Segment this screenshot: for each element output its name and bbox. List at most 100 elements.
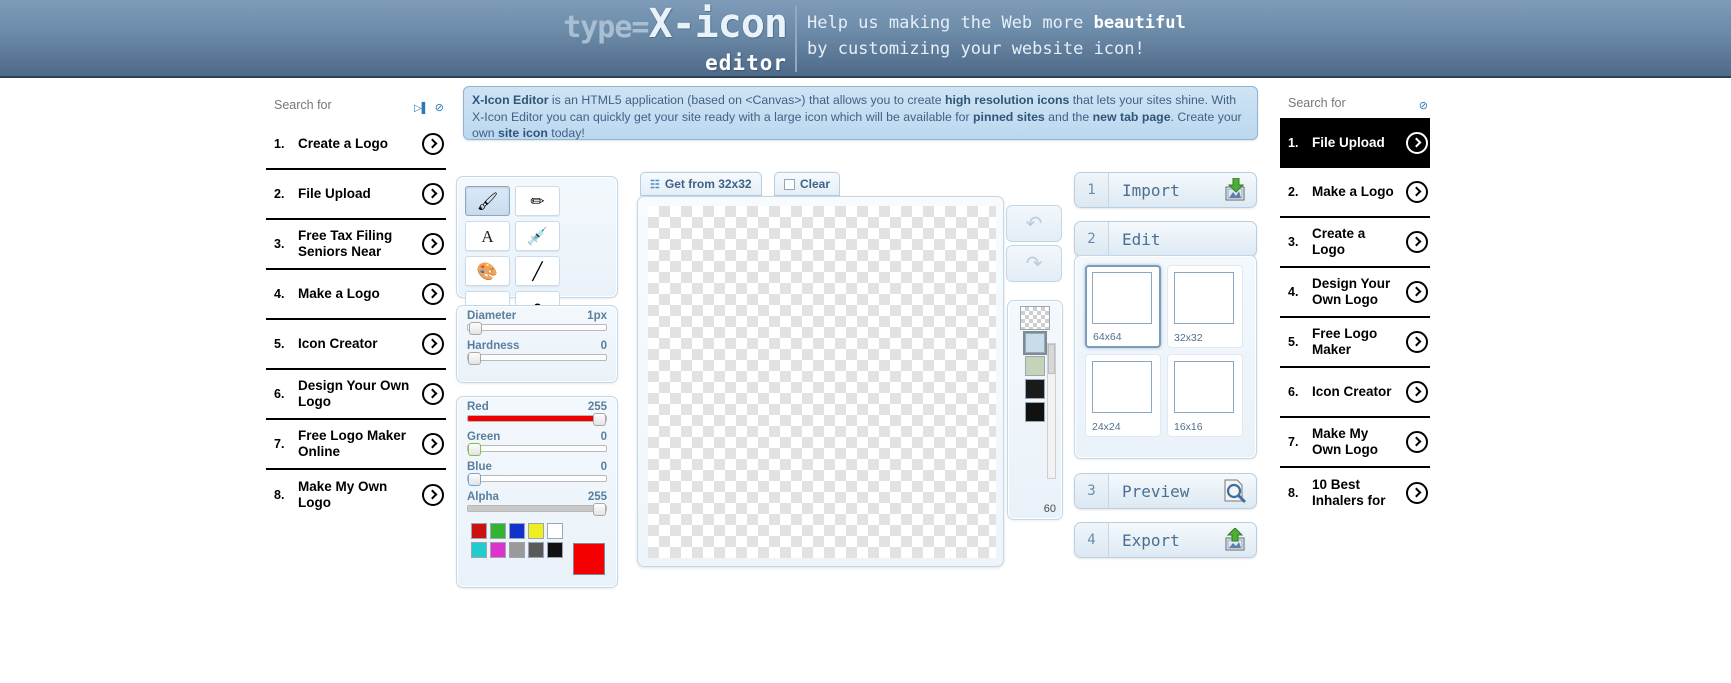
color-swatch[interactable] xyxy=(547,523,563,539)
color-swatch[interactable] xyxy=(471,542,487,558)
alpha-slider-handle[interactable] xyxy=(593,503,606,516)
chevron-right-circle-icon[interactable] xyxy=(422,283,444,305)
color-swatch[interactable] xyxy=(471,523,487,539)
blue-slider[interactable] xyxy=(467,473,607,486)
color-history-panel: 60 xyxy=(1007,300,1063,520)
ad-list-item[interactable]: 1. Create a Logo xyxy=(266,120,446,170)
app-logo[interactable]: type=X-icon editor xyxy=(467,4,788,74)
info-text-5: today! xyxy=(547,126,585,140)
ad-item-number: 5. xyxy=(274,337,285,351)
step-edit-button[interactable]: 2 Edit xyxy=(1074,221,1257,257)
history-scrollbar[interactable] xyxy=(1047,343,1056,479)
brush-settings-panel: Diameter 1px Hardness 0 xyxy=(456,305,618,383)
chevron-right-circle-icon[interactable] xyxy=(422,333,444,355)
alpha-slider[interactable] xyxy=(467,503,607,516)
hardness-slider[interactable] xyxy=(467,352,607,365)
diameter-slider[interactable] xyxy=(467,322,607,335)
red-slider-handle[interactable] xyxy=(593,413,606,426)
chevron-right-circle-icon[interactable] xyxy=(422,383,444,405)
red-slider-fill xyxy=(468,416,606,421)
ad-list-item[interactable]: 7. Free Logo Maker Online xyxy=(266,420,446,470)
color-swatch[interactable] xyxy=(528,542,544,558)
ad-list-item[interactable]: 6. Icon Creator xyxy=(1280,368,1430,418)
step-import-button[interactable]: 1 Import xyxy=(1074,172,1257,208)
get-from-32x32-button[interactable]: ☷ Get from 32x32 xyxy=(640,172,762,196)
right-ad-controls[interactable]: ⊘ xyxy=(1416,99,1428,112)
history-color-swatch[interactable] xyxy=(1025,356,1045,376)
chevron-right-circle-icon[interactable] xyxy=(1406,181,1428,203)
hardness-slider-handle[interactable] xyxy=(468,352,481,365)
diameter-slider-handle[interactable] xyxy=(469,322,483,335)
red-slider[interactable] xyxy=(467,413,607,426)
color-swatch[interactable] xyxy=(528,523,544,539)
chevron-right-circle-icon[interactable] xyxy=(422,133,444,155)
chevron-right-circle-icon[interactable] xyxy=(1406,431,1428,453)
ad-list-item[interactable]: 4. Design Your Own Logo xyxy=(1280,268,1430,318)
left-ad-controls[interactable]: ▷▌ ⊘ xyxy=(411,101,444,114)
ad-item-label: Make My Own Logo xyxy=(1312,426,1378,457)
text-tool[interactable]: A xyxy=(465,221,510,251)
transparent-swatch[interactable] xyxy=(1020,306,1050,330)
eye-slash-icon[interactable]: ⊘ xyxy=(435,102,444,114)
icon-size-option[interactable]: 64x64 xyxy=(1085,265,1161,348)
import-image-icon xyxy=(1214,178,1256,202)
ad-list-item[interactable]: 3. Free Tax Filing Seniors Near xyxy=(266,220,446,270)
icon-size-label: 24x24 xyxy=(1092,421,1121,433)
ad-list-item[interactable]: 2. Make a Logo xyxy=(1280,168,1430,218)
ad-list-item[interactable]: 4. Make a Logo xyxy=(266,270,446,320)
ad-list-item[interactable]: 3. Create a Logo xyxy=(1280,218,1430,268)
chevron-right-circle-icon[interactable] xyxy=(1406,482,1428,504)
undo-button[interactable]: ↶ xyxy=(1006,205,1062,242)
current-color-preview[interactable] xyxy=(573,543,605,575)
clear-canvas-button[interactable]: Clear xyxy=(774,172,841,196)
info-text-1: is an HTML5 application (based on <Canva… xyxy=(548,93,945,107)
step-export-button[interactable]: 4 Export xyxy=(1074,522,1257,558)
green-slider[interactable] xyxy=(467,443,607,456)
history-color-swatch[interactable] xyxy=(1023,331,1047,355)
chevron-right-circle-icon[interactable] xyxy=(422,183,444,205)
color-swatch[interactable] xyxy=(547,542,563,558)
step-export-number: 4 xyxy=(1075,523,1109,557)
line-tool[interactable]: ╱ xyxy=(515,256,560,286)
ad-list-item[interactable]: 6. Design Your Own Logo xyxy=(266,370,446,420)
diameter-row: Diameter 1px xyxy=(457,306,617,336)
history-color-swatch[interactable] xyxy=(1025,379,1045,399)
icon-size-option[interactable]: 24x24 xyxy=(1085,354,1161,437)
alpha-row: Alpha 255 xyxy=(457,487,617,517)
redo-button[interactable]: ↷ xyxy=(1006,245,1062,282)
eyedropper-tool[interactable]: 💉 xyxy=(515,221,560,251)
icon-size-option[interactable]: 32x32 xyxy=(1167,265,1243,348)
color-swatch[interactable] xyxy=(509,542,525,558)
ad-list-item[interactable]: 5. Free Logo Maker xyxy=(1280,318,1430,368)
chevron-right-circle-icon[interactable] xyxy=(422,433,444,455)
history-scrollbar-thumb[interactable] xyxy=(1048,344,1055,374)
blue-slider-handle[interactable] xyxy=(468,473,481,486)
adchoices-icon[interactable]: ▷▌ xyxy=(414,103,429,114)
color-swatch[interactable] xyxy=(509,523,525,539)
chevron-right-circle-icon[interactable] xyxy=(1406,381,1428,403)
ad-list-item[interactable]: 7. Make My Own Logo xyxy=(1280,418,1430,468)
chevron-right-circle-icon[interactable] xyxy=(422,484,444,506)
ad-list-item[interactable]: 5. Icon Creator xyxy=(266,320,446,370)
eye-slash-icon[interactable]: ⊘ xyxy=(1419,100,1428,112)
paintbrush-tool[interactable]: 🖌 xyxy=(465,186,510,216)
icon-drawing-canvas[interactable] xyxy=(648,206,996,558)
color-swatch[interactable] xyxy=(490,542,506,558)
step-preview-button[interactable]: 3 Preview xyxy=(1074,473,1257,509)
chevron-right-circle-icon[interactable] xyxy=(1406,231,1428,253)
ad-list-item[interactable]: 1. File Upload xyxy=(1280,118,1430,168)
ad-list-item[interactable]: 8. 10 Best Inhalers for xyxy=(1280,468,1430,518)
ad-list-item[interactable]: 8. Make My Own Logo xyxy=(266,470,446,520)
icon-size-option[interactable]: 16x16 xyxy=(1167,354,1243,437)
chevron-right-circle-icon[interactable] xyxy=(422,233,444,255)
chevron-right-circle-icon[interactable] xyxy=(1406,132,1428,154)
color-swatch[interactable] xyxy=(490,523,506,539)
green-slider-handle[interactable] xyxy=(468,443,481,456)
history-color-swatch[interactable] xyxy=(1025,402,1045,422)
ad-list-item[interactable]: 2. File Upload xyxy=(266,170,446,220)
pencil-tool[interactable]: ✏ xyxy=(515,186,560,216)
preview-magnifier-icon xyxy=(1214,478,1256,504)
chevron-right-circle-icon[interactable] xyxy=(1406,281,1428,303)
palette-tool[interactable]: 🎨 xyxy=(465,256,510,286)
chevron-right-circle-icon[interactable] xyxy=(1406,331,1428,353)
